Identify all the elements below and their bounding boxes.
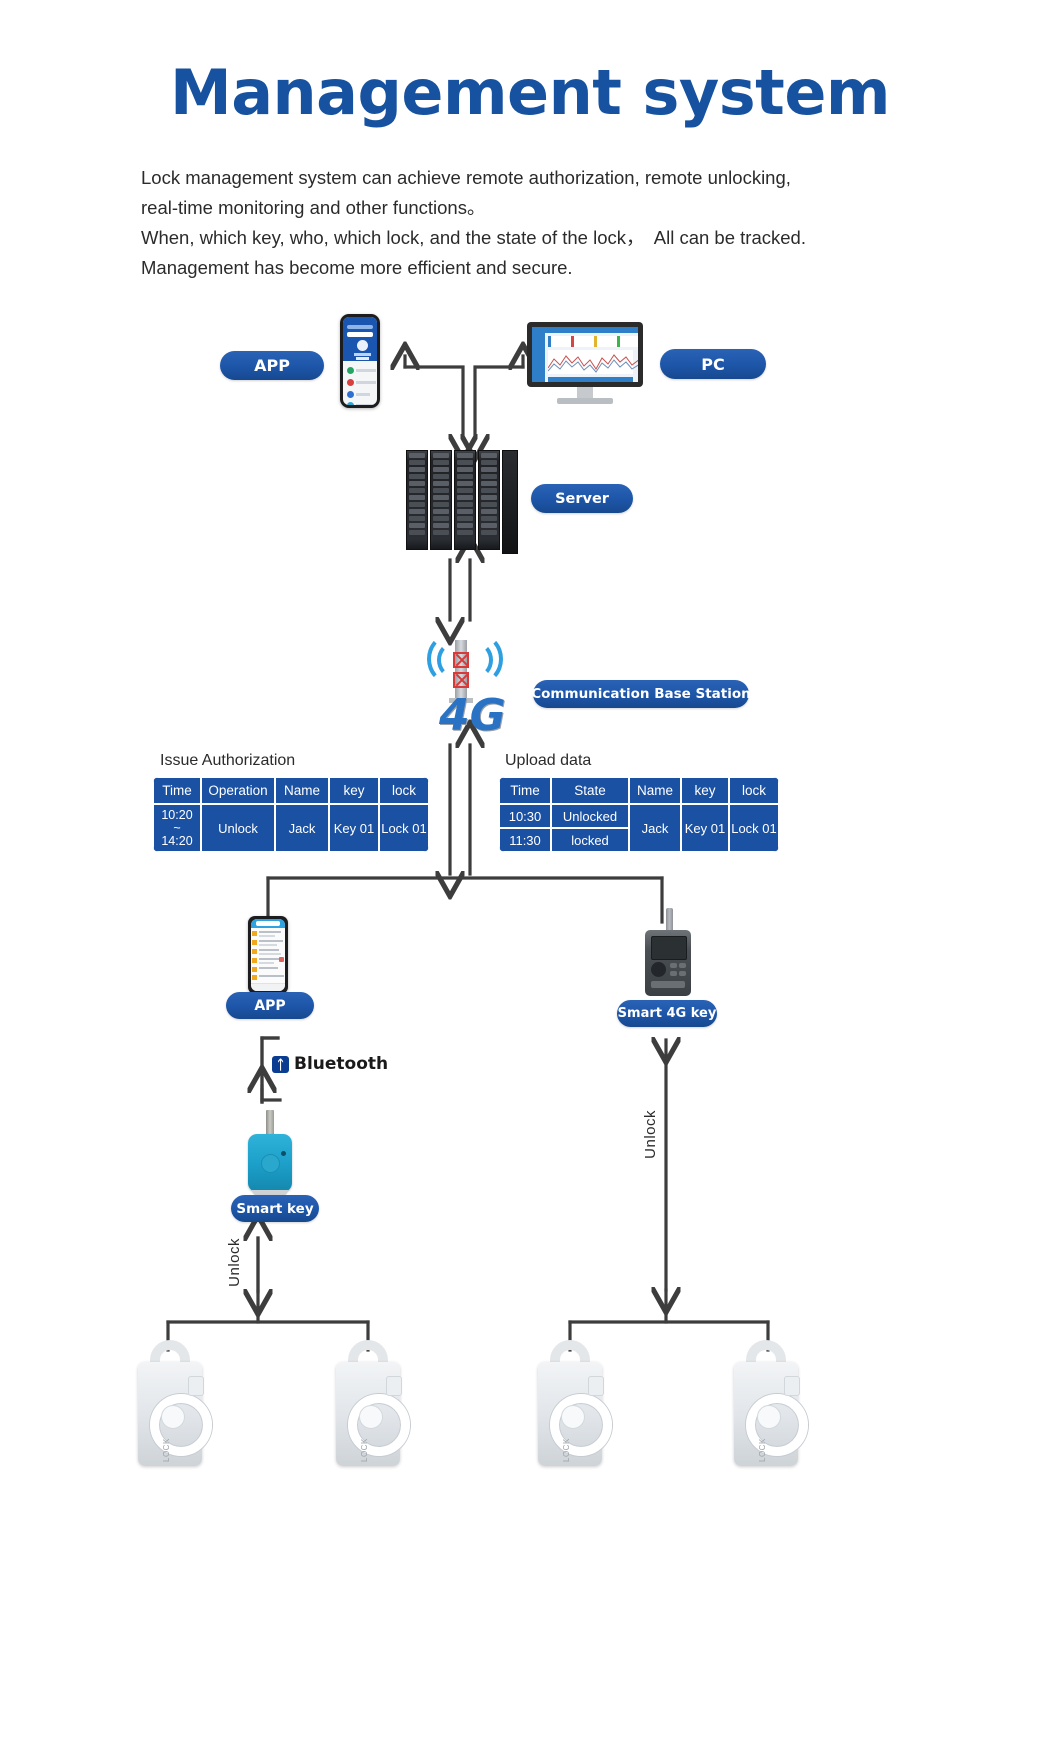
cell-time-to: 14:20 [161,833,193,848]
column-header-time: Time [153,777,201,804]
page-title: Management system [170,56,890,129]
issue-authorization-table: Time Operation Name key lock 10:20 ~ 14:… [153,777,429,852]
description-line-3: When, which key, who, which lock, and th… [141,227,806,248]
phone-screen [343,317,377,405]
padlock-brand-1: LOCK [162,1438,171,1462]
cell-key: Key 01 [681,804,729,852]
cell-lock: Lock 01 [379,804,429,852]
cell-time-sep: ~ [173,820,181,835]
badge-smart-key[interactable]: Smart key [231,1195,319,1222]
badge-smart-4g-key[interactable]: Smart 4G key [617,1000,717,1027]
table-header-row: Time Operation Name key lock [153,777,429,804]
description-line-2: real-time monitoring and other functions… [141,197,486,218]
upload-data-table: Time State Name key lock 10:30 Unlocked … [499,777,779,852]
cell-time: 11:30 [499,828,551,852]
smartphone-app-icon-bottom [248,916,288,994]
cell-time-from: 10:20 [161,807,193,822]
description-line-1: Lock management system can achieve remot… [141,167,791,188]
column-header-name: Name [629,777,681,804]
padlock-brand-2: LOCK [360,1438,369,1462]
table-header-row: Time State Name key lock [499,777,779,804]
column-header-lock: lock [729,777,779,804]
unlock-label-right: Unlock [642,1110,659,1159]
badge-server[interactable]: Server [531,484,633,513]
description-line-4: Management has become more efficient and… [141,257,573,278]
badge-pc[interactable]: PC [660,349,766,379]
cell-name: Jack [275,804,329,852]
cell-key: Key 01 [329,804,379,852]
column-header-name: Name [275,777,329,804]
monitor-screen [532,327,638,382]
description-block: Lock management system can achieve remot… [141,163,931,283]
server-rack-icon [406,450,518,554]
column-header-time: Time [499,777,551,804]
badge-app-bottom[interactable]: APP [226,992,314,1019]
column-header-lock: lock [379,777,429,804]
table-row: 10:20 ~ 14:20 Unlock Jack Key 01 Lock 01 [153,804,429,852]
column-header-operation: Operation [201,777,275,804]
padlock-icon-4: LOCK [728,1340,808,1468]
4g-base-station-icon: 4G [425,628,506,741]
desktop-monitor-icon [527,322,643,407]
column-header-key: key [329,777,379,804]
padlock-icon-2: LOCK [330,1340,410,1468]
bluetooth-label: ᛏ Bluetooth [272,1054,388,1074]
padlock-icon-3: LOCK [532,1340,612,1468]
padlock-icon-1: LOCK [132,1340,212,1468]
upload-data-caption: Upload data [505,752,592,769]
cell-lock: Lock 01 [729,804,779,852]
padlock-brand-4: LOCK [758,1438,767,1462]
smart-key-fob-icon [240,1110,300,1198]
phone-screen-bottom [251,919,285,991]
bluetooth-text: Bluetooth [294,1054,389,1074]
padlock-brand-3: LOCK [562,1438,571,1462]
smartphone-app-icon [340,314,380,408]
cell-state: Unlocked [551,804,629,828]
smart-4g-key-device-icon [640,908,696,996]
tower-4g-text: 4G [439,690,506,741]
column-header-key: key [681,777,729,804]
badge-communication-base-station[interactable]: Communication Base Station [531,680,751,708]
unlock-label-left: Unlock [226,1238,243,1287]
bluetooth-icon: ᛏ [272,1055,289,1073]
table-row: 10:30 Unlocked Jack Key 01 Lock 01 [499,804,779,852]
cell-time: 10:30 [499,804,551,828]
diagram-canvas: Management system Lock management system… [0,0,1060,1752]
badge-app-top[interactable]: APP [220,351,324,380]
cell-state: locked [551,828,629,852]
cell-name: Jack [629,804,681,852]
issue-authorization-caption: Issue Authorization [160,752,296,769]
cell-time: 10:20 ~ 14:20 [153,804,201,852]
cell-operation: Unlock [201,804,275,852]
column-header-state: State [551,777,629,804]
